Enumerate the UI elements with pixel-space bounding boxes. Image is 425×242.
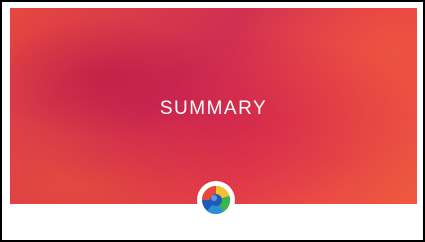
slide-frame: SUMMARY bbox=[0, 0, 425, 242]
hero-banner: SUMMARY bbox=[10, 8, 417, 204]
slide-title: SUMMARY bbox=[159, 98, 268, 119]
app-logo-icon bbox=[197, 181, 235, 219]
